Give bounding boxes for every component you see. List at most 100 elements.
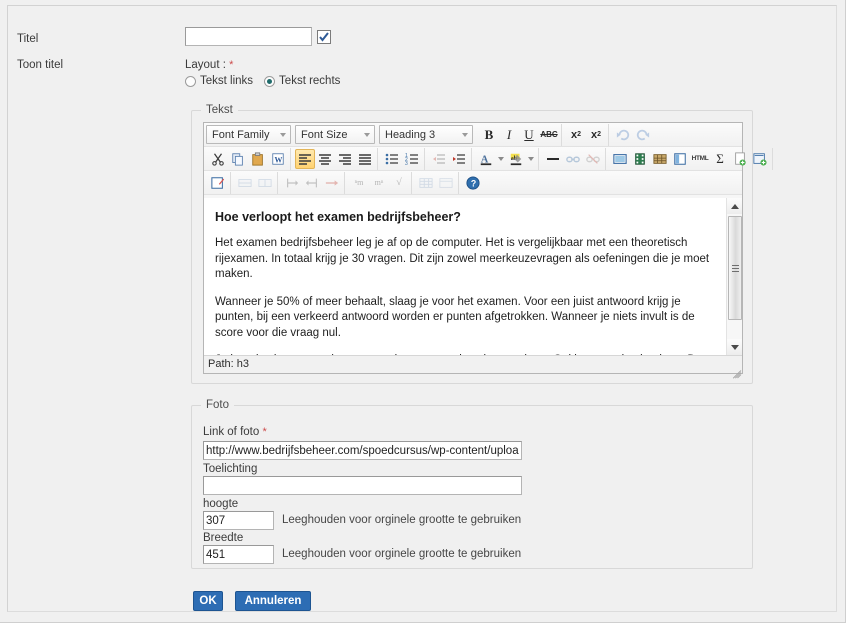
svg-text:3: 3 bbox=[405, 161, 408, 165]
insert-media-icon[interactable] bbox=[630, 149, 650, 169]
link-of-foto-label: Link of foto bbox=[203, 426, 260, 438]
table-props-icon[interactable] bbox=[416, 173, 436, 193]
insert-image-icon[interactable] bbox=[610, 149, 630, 169]
indent-group bbox=[427, 147, 472, 170]
align-left-icon[interactable] bbox=[295, 148, 315, 169]
toelichting-input[interactable] bbox=[203, 476, 522, 495]
cut-icon[interactable] bbox=[208, 149, 228, 169]
redo-icon[interactable] bbox=[633, 125, 653, 145]
edit-html-icon[interactable]: HTML bbox=[690, 149, 710, 169]
scrollbar-thumb[interactable] bbox=[728, 216, 742, 320]
toon-titel-checkbox[interactable] bbox=[317, 30, 331, 44]
background-color-chevron-down-icon[interactable] bbox=[526, 149, 536, 169]
script-group: x2 x2 bbox=[564, 123, 609, 146]
cancel-button[interactable]: Annuleren bbox=[235, 591, 311, 611]
history-group bbox=[611, 124, 655, 146]
resize-grip-icon[interactable] bbox=[729, 360, 742, 379]
color-group: A ab bbox=[474, 147, 539, 170]
help-icon[interactable]: ? bbox=[463, 173, 483, 193]
radio-tekst-rechts[interactable] bbox=[264, 75, 276, 87]
unlink-icon[interactable] bbox=[583, 149, 603, 169]
scroll-up-button[interactable] bbox=[727, 198, 742, 214]
text-color-icon[interactable]: A bbox=[476, 149, 496, 169]
bold-icon[interactable]: B bbox=[479, 125, 499, 145]
numbered-list-icon[interactable]: 123 bbox=[402, 149, 422, 169]
editor-body[interactable]: Hoe verloopt het examen bedrijfsbeheer? … bbox=[204, 198, 742, 355]
breedte-input[interactable] bbox=[203, 545, 274, 564]
indent-icon[interactable] bbox=[449, 149, 469, 169]
hoogte-input[interactable] bbox=[203, 511, 274, 530]
insert-column-icon[interactable] bbox=[322, 173, 342, 193]
split-cells-icon[interactable] bbox=[302, 173, 322, 193]
foto-fieldset: Foto Link of foto * Toelichting hoogte L… bbox=[191, 399, 753, 569]
layout-radio-row: Tekst links Tekst rechts bbox=[185, 75, 351, 87]
table-props-group bbox=[414, 171, 459, 194]
superscript-icon[interactable]: x2 bbox=[586, 125, 606, 145]
insert-row-before-icon[interactable] bbox=[235, 173, 255, 193]
formula-b-icon[interactable]: mⁿ bbox=[369, 173, 389, 193]
layout-label-row: Layout : * bbox=[185, 58, 351, 72]
help-group: ? bbox=[461, 172, 485, 194]
titel-label: Titel bbox=[17, 33, 39, 45]
alignment-group bbox=[293, 147, 378, 170]
align-justify-icon[interactable] bbox=[355, 149, 375, 169]
formula-c-icon[interactable]: √ bbox=[389, 173, 409, 193]
edit-source-icon[interactable] bbox=[208, 173, 228, 193]
svg-text:W: W bbox=[275, 155, 283, 164]
copy-icon[interactable] bbox=[228, 149, 248, 169]
horizontal-rule-icon[interactable] bbox=[543, 149, 563, 169]
insert-special-char-icon[interactable]: Σ bbox=[710, 149, 730, 169]
insert-row-after-icon[interactable] bbox=[255, 173, 275, 193]
editor-toolbar-row-2: W 1 2 3 A ab HTML Σ bbox=[204, 147, 773, 171]
insert-template-icon[interactable] bbox=[650, 149, 670, 169]
font-family-select[interactable]: Font Family bbox=[206, 125, 291, 144]
link-of-foto-label-row: Link of foto * bbox=[203, 426, 267, 438]
titel-input[interactable] bbox=[185, 27, 312, 46]
outdent-icon[interactable] bbox=[429, 149, 449, 169]
editor-vertical-scrollbar[interactable] bbox=[726, 198, 742, 355]
svg-text:?: ? bbox=[471, 178, 476, 188]
strikethrough-icon[interactable]: ABC bbox=[539, 125, 559, 145]
text-format-group: B I U ABC bbox=[477, 123, 562, 146]
italic-icon[interactable]: I bbox=[499, 125, 519, 145]
heading-select[interactable]: Heading 3 bbox=[379, 125, 473, 144]
radio-tekst-rechts-label[interactable]: Tekst rechts bbox=[279, 75, 340, 87]
link-of-foto-input[interactable] bbox=[203, 441, 522, 460]
insert-link-icon[interactable] bbox=[563, 149, 583, 169]
content-paragraph: Het examen bedrijfsbeheer leg je af op d… bbox=[215, 237, 710, 280]
layout-group: Layout : * Tekst links Tekst rechts bbox=[185, 58, 351, 87]
radio-tekst-links-label[interactable]: Tekst links bbox=[200, 75, 253, 87]
undo-icon[interactable] bbox=[613, 125, 633, 145]
radio-tekst-links[interactable] bbox=[185, 75, 196, 87]
editor-content[interactable]: Hoe verloopt het examen bedrijfsbeheer? … bbox=[204, 198, 726, 355]
font-size-select[interactable]: Font Size bbox=[295, 125, 375, 144]
align-right-icon[interactable] bbox=[335, 149, 355, 169]
toelichting-label: Toelichting bbox=[203, 463, 258, 475]
formula-a-icon[interactable]: ⁿm bbox=[349, 173, 369, 193]
align-center-icon[interactable] bbox=[315, 149, 335, 169]
text-color-chevron-down-icon[interactable] bbox=[496, 149, 506, 169]
table-delete-icon[interactable] bbox=[436, 173, 456, 193]
paste-from-word-icon[interactable]: W bbox=[268, 149, 288, 169]
scroll-down-button[interactable] bbox=[727, 339, 742, 355]
font-size-value: Font Size bbox=[301, 128, 348, 141]
scrollbar-grip-icon bbox=[732, 265, 739, 272]
merge-cells-icon[interactable] bbox=[282, 173, 302, 193]
tekst-fieldset: Tekst Font Family Font Size Heading 3 B … bbox=[191, 104, 773, 384]
bullet-list-icon[interactable] bbox=[382, 149, 402, 169]
insert-layer-icon[interactable] bbox=[670, 149, 690, 169]
hoogte-hint: Leeghouden voor orginele grootte te gebr… bbox=[282, 514, 522, 526]
link-required-marker: * bbox=[262, 426, 267, 438]
underline-icon[interactable]: U bbox=[519, 125, 539, 145]
link-group bbox=[541, 147, 606, 170]
background-color-icon[interactable]: ab bbox=[506, 149, 526, 169]
paste-icon[interactable] bbox=[248, 149, 268, 169]
insert-page-icon[interactable] bbox=[730, 149, 750, 169]
insert-document-icon[interactable] bbox=[750, 149, 770, 169]
subscript-icon[interactable]: x2 bbox=[566, 125, 586, 145]
heading-value: Heading 3 bbox=[385, 128, 436, 141]
tekst-fieldset-legend: Tekst bbox=[201, 104, 238, 116]
ok-button[interactable]: OK bbox=[193, 591, 223, 611]
toon-titel-label: Toon titel bbox=[17, 59, 64, 71]
editor-toolbar-row-3: ⁿm mⁿ √ ? bbox=[204, 171, 742, 195]
